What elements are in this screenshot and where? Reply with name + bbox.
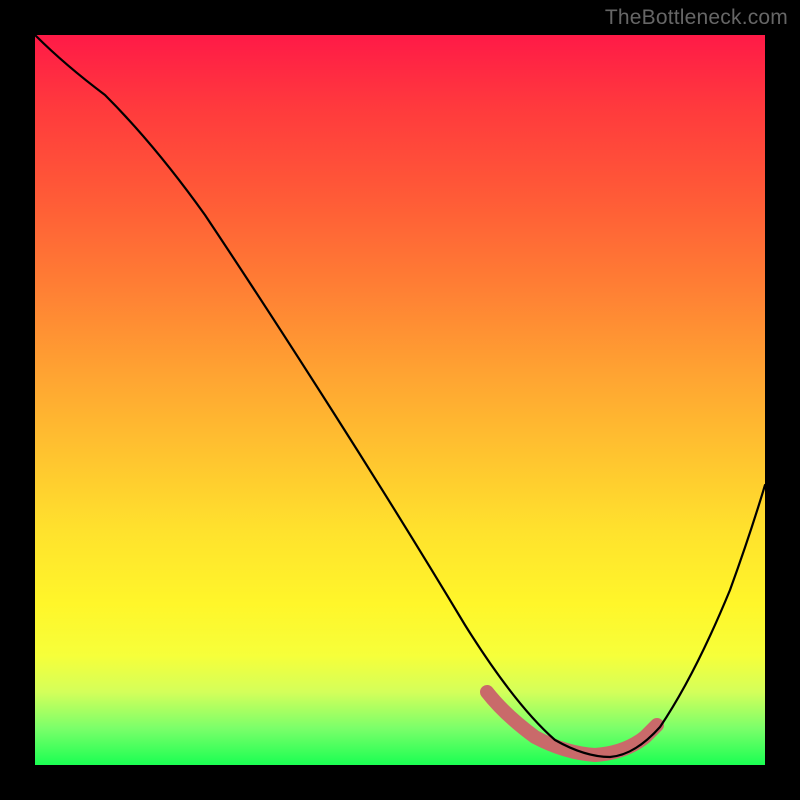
- watermark-text: TheBottleneck.com: [605, 6, 788, 30]
- bottleneck-curve-path: [35, 35, 765, 757]
- plot-area: [35, 35, 765, 765]
- optimal-band-path: [487, 692, 657, 755]
- chart-svg: [35, 35, 765, 765]
- chart-frame: TheBottleneck.com: [0, 0, 800, 800]
